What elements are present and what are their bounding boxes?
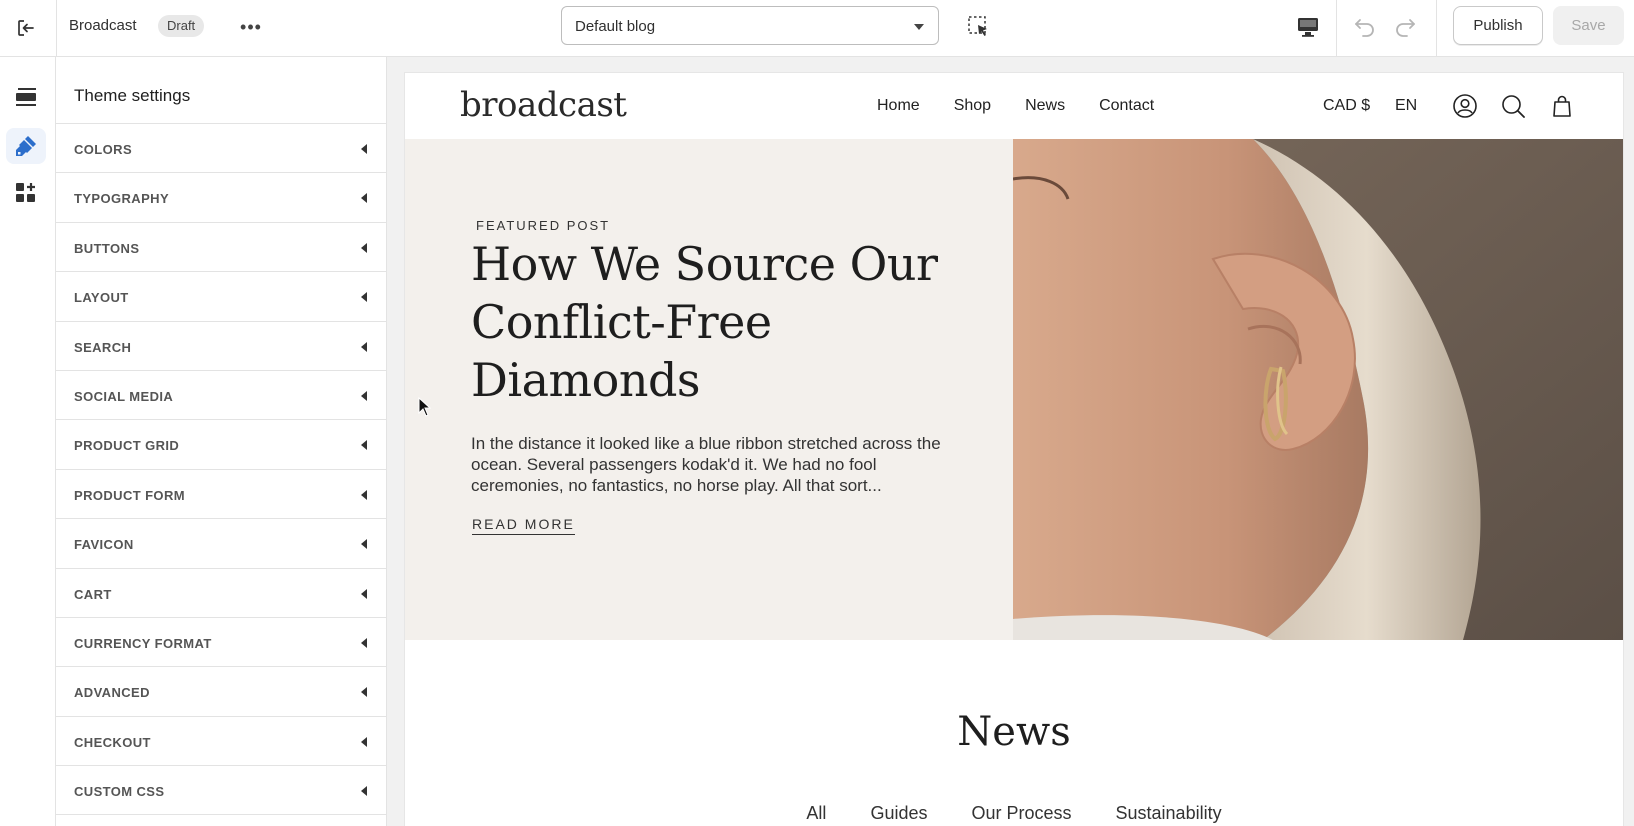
news-tab-all[interactable]: All [806,803,826,826]
settings-item-label: PRODUCT FORM [74,487,185,503]
caret-left-icon [361,292,367,303]
account-icon[interactable] [1452,93,1478,119]
settings-item-label: SEARCH [74,339,132,355]
site-header: broadcast Home Shop News Contact CAD $ E… [405,73,1623,139]
undo-icon[interactable] [1351,12,1379,40]
settings-item-label: FAVICON [74,537,134,553]
settings-list: COLORS TYPOGRAPHY BUTTONS LAYOUT SEARCH … [56,123,386,816]
settings-item-label: ADVANCED [74,685,150,701]
featured-post-title[interactable]: How We Source Our Conflict-Free Diamonds [471,235,941,409]
news-tab-our-process[interactable]: Our Process [971,803,1071,826]
editor-topbar: Broadcast Draft ••• Default blog Publish… [0,0,1634,57]
settings-item-advanced[interactable]: ADVANCED [56,667,386,717]
featured-post-eyebrow: FEATURED POST [476,218,611,233]
settings-item-custom-css[interactable]: CUSTOM CSS [56,766,386,816]
theme-settings-brush-icon[interactable] [6,128,46,164]
more-actions-button[interactable]: ••• [238,14,264,40]
read-more-link[interactable]: READ MORE [472,516,575,535]
caret-left-icon [361,489,367,500]
language-selector[interactable]: EN [1395,97,1417,115]
settings-item-label: PRODUCT GRID [74,438,180,454]
storefront-preview[interactable]: broadcast Home Shop News Contact CAD $ E… [405,73,1623,826]
nav-link-contact[interactable]: Contact [1099,97,1154,115]
site-logo[interactable]: broadcast [460,85,627,125]
settings-item-colors[interactable]: COLORS [56,124,386,174]
topbar-divider [1336,0,1337,57]
settings-item-social-media[interactable]: SOCIAL MEDIA [56,371,386,421]
settings-item-label: COLORS [74,142,133,157]
chevron-down-icon [914,24,924,30]
caret-left-icon [361,144,367,154]
settings-item-label: CURRENCY FORMAT [74,635,212,651]
status-badge: Draft [158,15,205,37]
desktop-preview-icon[interactable] [1295,14,1321,40]
settings-item-favicon[interactable]: FAVICON [56,519,386,569]
settings-item-label: CART [74,586,112,602]
nav-link-shop[interactable]: Shop [954,97,991,115]
publish-button[interactable]: Publish [1453,6,1543,45]
featured-post-excerpt: In the distance it looked like a blue ri… [471,434,941,495]
caret-left-icon [361,687,367,698]
settings-item-label: CUSTOM CSS [74,784,165,800]
mouse-cursor-icon [418,396,432,417]
settings-item-label: TYPOGRAPHY [74,191,170,207]
redo-icon[interactable] [1391,12,1419,40]
inspector-icon[interactable] [966,14,992,40]
settings-item-currency-format[interactable]: CURRENCY FORMAT [56,618,386,668]
caret-left-icon [361,341,367,352]
caret-left-icon [361,736,367,747]
caret-left-icon [361,390,367,401]
caret-left-icon [361,637,367,648]
news-tab-guides[interactable]: Guides [870,803,927,826]
settings-item-cart[interactable]: CART [56,569,386,618]
save-button[interactable]: Save [1553,6,1624,45]
settings-item-product-form[interactable]: PRODUCT FORM [56,470,386,520]
settings-item-label: CHECKOUT [74,734,151,750]
caret-left-icon [361,193,367,204]
settings-item-product-grid[interactable]: PRODUCT GRID [56,420,386,470]
settings-item-label: SOCIAL MEDIA [74,388,174,404]
site-nav: Home Shop News Contact [877,97,1188,115]
settings-item-search[interactable]: SEARCH [56,322,386,371]
preview-canvas: broadcast Home Shop News Contact CAD $ E… [387,57,1634,826]
settings-item-typography[interactable]: TYPOGRAPHY [56,173,386,223]
nav-link-home[interactable]: Home [877,97,920,115]
left-icon-rail [0,57,56,826]
featured-post-panel: FEATURED POST How We Source Our Conflict… [405,139,1013,640]
currency-selector[interactable]: CAD $ [1323,97,1370,115]
cart-bag-icon[interactable] [1549,93,1575,119]
settings-item-label: BUTTONS [74,240,140,256]
settings-item-layout[interactable]: LAYOUT [56,272,386,322]
caret-left-icon [361,786,367,797]
caret-left-icon [361,242,367,253]
settings-item-checkout[interactable]: CHECKOUT [56,717,386,767]
news-tab-sustainability[interactable]: Sustainability [1116,803,1222,826]
topbar-divider [1436,0,1437,57]
panel-title: Theme settings [74,86,191,105]
store-name: Broadcast [69,17,137,34]
topbar-divider [56,0,57,57]
nav-link-news[interactable]: News [1025,97,1065,115]
featured-post-image [1013,139,1623,640]
settings-item-label: LAYOUT [74,290,129,306]
earring-photo [1013,139,1623,640]
sections-icon[interactable] [6,79,46,115]
caret-left-icon [361,440,367,451]
theme-settings-panel: Theme settings COLORS TYPOGRAPHY BUTTONS… [56,57,387,826]
exit-icon[interactable] [12,14,40,42]
template-select[interactable]: Default blog [561,6,939,45]
template-select-value: Default blog [575,18,656,35]
caret-left-icon [361,588,367,599]
news-section-title: News [957,709,1071,755]
settings-item-buttons[interactable]: BUTTONS [56,223,386,273]
search-icon[interactable] [1500,93,1526,119]
app-blocks-icon[interactable] [6,175,46,211]
caret-left-icon [361,539,367,550]
news-filter-tabs: All Guides Our Process Sustainability [405,803,1623,826]
